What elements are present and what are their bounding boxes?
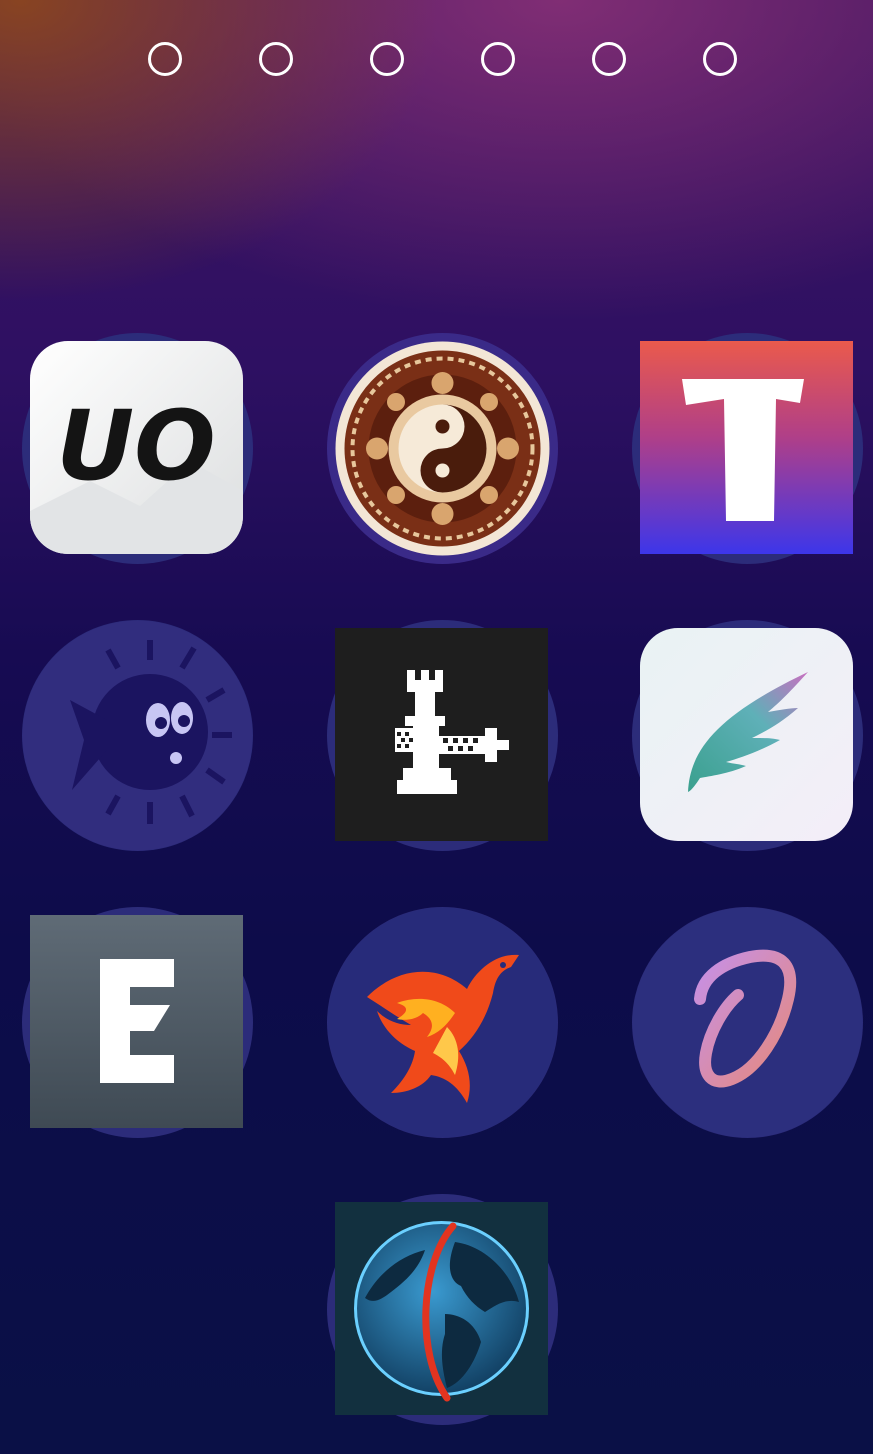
app-slot-globe	[327, 1194, 558, 1425]
app-slot-blowfish	[22, 620, 253, 851]
app-chimera-globe[interactable]	[335, 1202, 548, 1415]
app-slot-electra	[22, 907, 253, 1138]
app-electra[interactable]	[30, 915, 243, 1128]
phoenix-icon	[327, 907, 558, 1138]
page-dot-5[interactable]	[592, 42, 626, 76]
page-dot-2[interactable]	[259, 42, 293, 76]
app-taichi[interactable]	[335, 341, 550, 556]
app-slot-taurine	[632, 333, 863, 564]
letter-e-icon	[30, 915, 243, 1128]
letter-t-icon	[640, 341, 853, 554]
page-indicator	[0, 42, 873, 82]
app-unc0ver[interactable]: UO	[30, 341, 243, 554]
svg-text:UO: UO	[56, 390, 216, 502]
page-dot-4[interactable]	[481, 42, 515, 76]
app-slot-checkra1n	[327, 620, 558, 851]
app-checkra1n[interactable]	[335, 628, 548, 841]
app-taurine[interactable]	[640, 341, 853, 554]
page-dot-1[interactable]	[148, 42, 182, 76]
wing-icon	[640, 628, 853, 841]
app-blowfish[interactable]	[22, 620, 253, 851]
app-sileo-wing[interactable]	[640, 628, 853, 841]
letter-o-script-icon	[632, 907, 863, 1138]
pufferfish-icon	[22, 620, 253, 851]
unc0ver-icon: UO	[30, 341, 243, 554]
app-slot-odyssey	[632, 907, 863, 1138]
app-slot-sileo	[632, 620, 863, 851]
app-slot-taichi	[327, 333, 558, 564]
app-odyssey[interactable]	[632, 907, 863, 1138]
yin-yang-icon	[335, 341, 550, 556]
page-dot-6[interactable]	[703, 42, 737, 76]
app-slot-phoenix	[327, 907, 558, 1138]
app-slot-unc0ver: UO	[22, 333, 253, 564]
page-dot-3[interactable]	[370, 42, 404, 76]
globe-icon	[335, 1202, 548, 1415]
chess-pieces-icon	[335, 628, 548, 841]
app-phoenix[interactable]	[327, 907, 558, 1138]
